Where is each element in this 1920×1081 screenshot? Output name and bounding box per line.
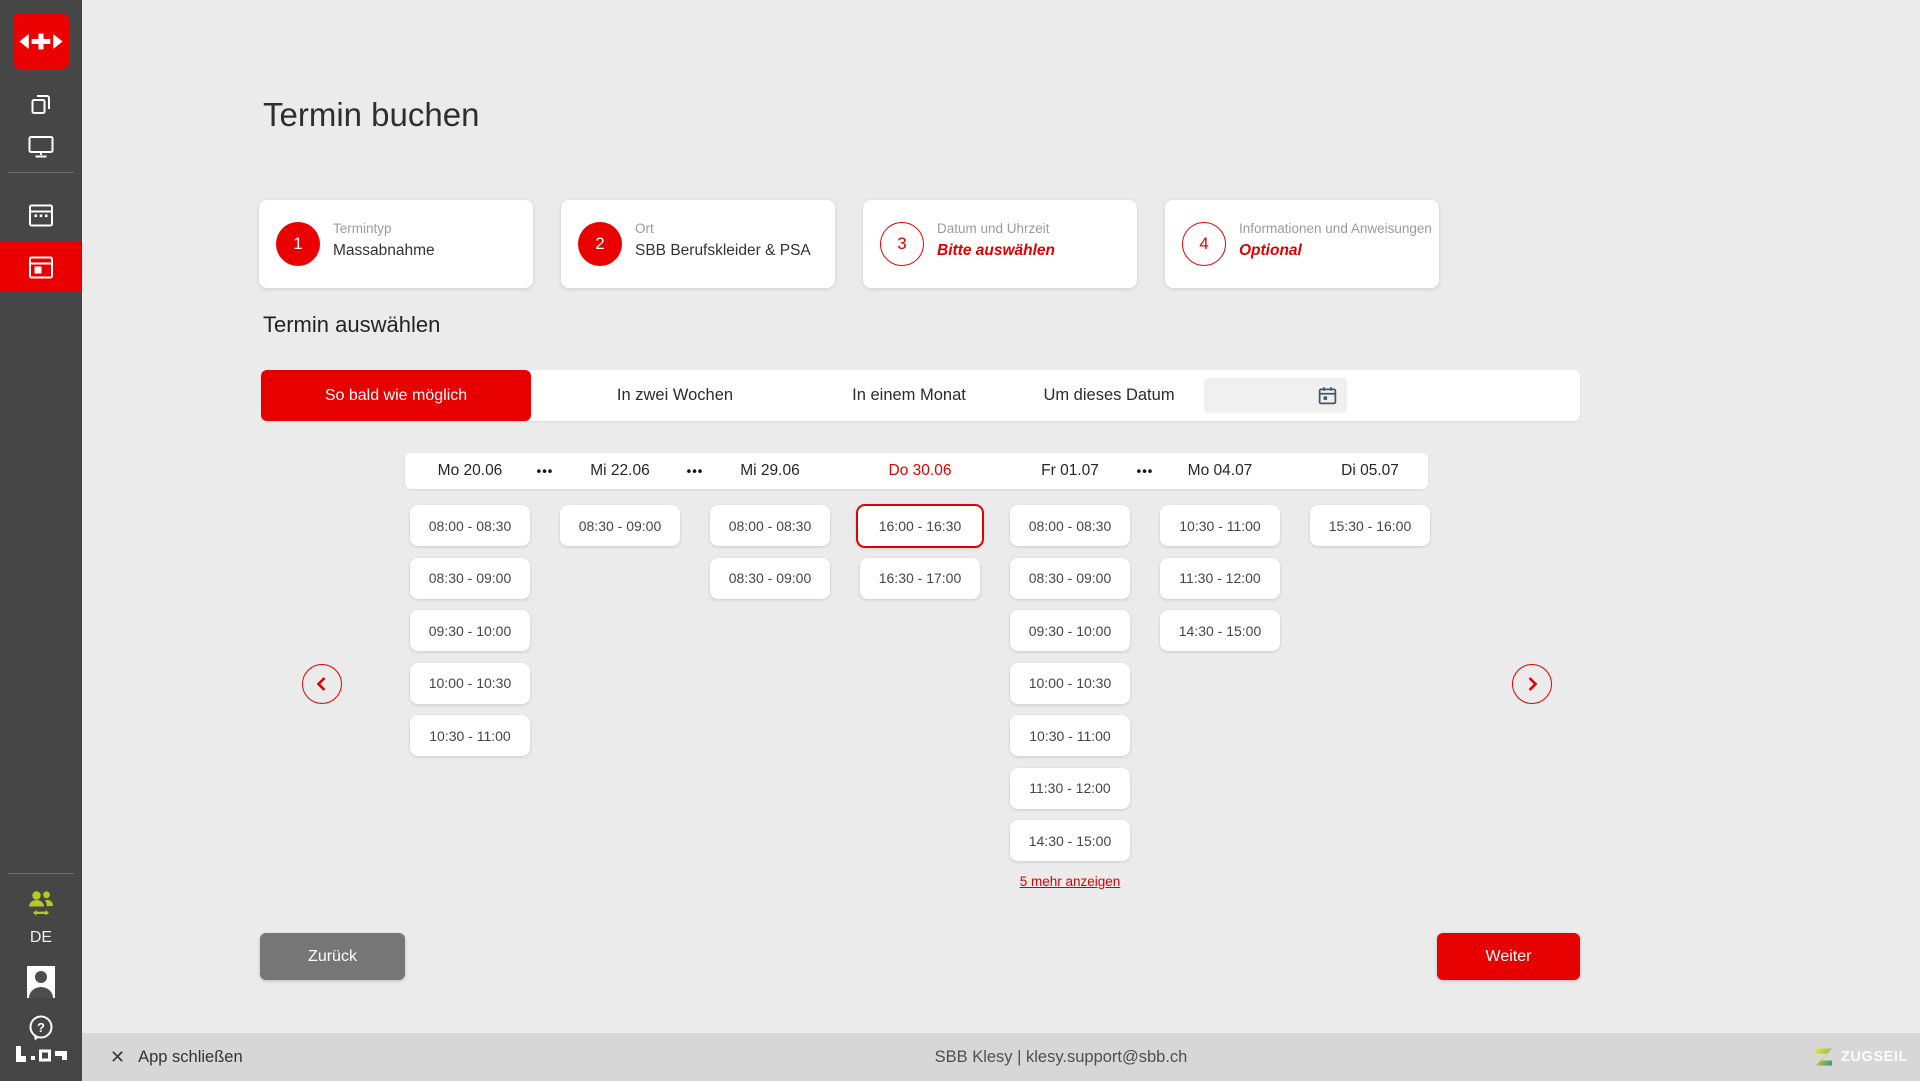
time-slot[interactable]: 11:30 - 12:00 xyxy=(1010,768,1130,809)
prev-days-button[interactable] xyxy=(302,664,342,704)
time-slot[interactable]: 08:00 - 08:30 xyxy=(710,505,830,546)
chevron-right-icon xyxy=(1523,675,1541,693)
day-header-label: Mi 29.06 xyxy=(740,462,799,480)
collapsed-days-ellipsis: ••• xyxy=(687,464,704,479)
zugseil-label: ZUGSEIL xyxy=(1841,1049,1908,1065)
step-value: SBB Berufskleider & PSA xyxy=(635,242,811,260)
calendar-overview-icon[interactable] xyxy=(0,197,82,233)
day-column: 16:00 - 16:3016:30 - 17:00 xyxy=(860,505,980,599)
collapsed-days-ellipsis: ••• xyxy=(537,464,554,479)
time-slot[interactable]: 09:30 - 10:00 xyxy=(1010,610,1130,651)
date-filter-tabbar: So bald wie möglich In zwei Wochen In ei… xyxy=(261,370,1580,421)
time-slot[interactable]: 11:30 - 12:00 xyxy=(1160,558,1280,599)
next-button[interactable]: Weiter xyxy=(1437,933,1580,980)
chevron-left-icon xyxy=(313,675,331,693)
day-column: 08:00 - 08:30 08:30 - 09:00 09:30 - 10:00 1… xyxy=(410,505,530,756)
time-slot[interactable]: 10:30 - 11:00 xyxy=(1010,715,1130,756)
next-days-button[interactable] xyxy=(1512,664,1552,704)
day-column: 10:30 - 11:00 11:30 - 12:00 14:30 - 15:00 xyxy=(1160,505,1280,651)
tab-in-zwei-wochen[interactable]: In zwei Wochen xyxy=(617,370,733,421)
time-slot[interactable]: 14:30 - 15:00 xyxy=(1010,820,1130,861)
page-title: Termin buchen xyxy=(263,96,479,134)
tab-um-dieses-datum[interactable]: Um dieses Datum xyxy=(1043,370,1174,421)
datepicker-calendar-icon xyxy=(1317,385,1338,406)
day-column: 15:30 - 16:00 xyxy=(1310,505,1430,546)
time-slot[interactable]: 10:30 - 11:00 xyxy=(1160,505,1280,546)
time-slot[interactable]: 16:30 - 17:00 xyxy=(860,558,980,599)
monitor-icon[interactable] xyxy=(0,128,82,164)
step-value: Bitte auswählen xyxy=(937,242,1055,260)
day-header-label: Di 05.07 xyxy=(1341,462,1399,480)
time-slot[interactable]: 08:30 - 09:00 xyxy=(1010,558,1130,599)
step-value: Massabnahme xyxy=(333,242,435,260)
time-slot[interactable]: 10:30 - 11:00 xyxy=(410,715,530,756)
step-number-badge: 4 xyxy=(1182,222,1226,266)
avatar[interactable] xyxy=(27,966,55,998)
time-slot[interactable]: 08:30 - 09:00 xyxy=(410,558,530,599)
time-slot[interactable]: 08:30 - 09:00 xyxy=(560,505,680,546)
step-label: Datum und Uhrzeit xyxy=(937,221,1050,236)
zugseil-brand: ZUGSEIL xyxy=(1814,1033,1908,1081)
day-column: 08:30 - 09:00 xyxy=(560,505,680,546)
time-slot[interactable]: 10:00 - 10:30 xyxy=(410,663,530,704)
zugseil-z-icon xyxy=(1814,1047,1834,1067)
time-slot[interactable]: 10:00 - 10:30 xyxy=(1010,663,1130,704)
day-header-label: Mo 20.06 xyxy=(438,462,503,480)
day-column: 08:00 - 08:30 08:30 - 09:00 xyxy=(710,505,830,599)
day-header-label: Mi 22.06 xyxy=(590,462,649,480)
sidebar-divider xyxy=(8,172,74,173)
section-title: Termin auswählen xyxy=(263,312,440,338)
step-card-ort[interactable]: 2 Ort SBB Berufskleider & PSA xyxy=(561,200,835,288)
step-label: Termintyp xyxy=(333,221,392,236)
day-header-label: Do 30.06 xyxy=(889,462,952,480)
step-number-badge: 3 xyxy=(880,222,924,266)
language-label[interactable]: DE xyxy=(0,929,82,947)
time-slot[interactable]: 08:30 - 09:00 xyxy=(710,558,830,599)
sidebar: DE ? xyxy=(0,0,82,1081)
time-slot[interactable]: 14:30 - 15:00 xyxy=(1160,610,1280,651)
step-number-badge: 1 xyxy=(276,222,320,266)
day-header-label: Mo 04.07 xyxy=(1188,462,1253,480)
time-slot[interactable]: 08:00 - 08:30 xyxy=(410,505,530,546)
tab-in-einem-monat[interactable]: In einem Monat xyxy=(852,370,966,421)
step-value: Optional xyxy=(1239,242,1302,260)
slots-area: 08:00 - 08:30 08:30 - 09:00 09:30 - 10:00 1… xyxy=(405,505,1428,905)
session-info: SBB Klesy | klesy.support@sbb.ch xyxy=(82,1033,1920,1081)
sbb-logo-icon xyxy=(13,13,69,69)
svg-text:?: ? xyxy=(37,1020,45,1035)
time-slot[interactable]: 09:30 - 10:00 xyxy=(410,610,530,651)
step-label: Informationen und Anweisungen xyxy=(1239,221,1432,236)
user-language-switch-icon[interactable] xyxy=(0,886,82,922)
time-slot-selected[interactable]: 16:00 - 16:30 xyxy=(856,504,984,548)
back-button[interactable]: Zurück xyxy=(260,933,405,980)
day-header-label: Fr 01.07 xyxy=(1041,462,1099,480)
time-slot[interactable]: 15:30 - 16:00 xyxy=(1310,505,1430,546)
sidebar-item-booking-active[interactable] xyxy=(0,242,82,292)
day-header-bar: Mo 20.06 ••• Mi 22.06 ••• Mi 29.06 Do 30.06 Fr… xyxy=(405,453,1428,489)
step-card-datum-uhrzeit[interactable]: 3 Datum und Uhrzeit Bitte auswählen xyxy=(863,200,1137,288)
step-number-badge: 2 xyxy=(578,222,622,266)
step-card-informationen[interactable]: 4 Informationen und Anweisungen Optional xyxy=(1165,200,1439,288)
copy-icon[interactable] xyxy=(0,86,82,122)
day-column: 08:00 - 08:30 08:30 - 09:00 09:30 - 10:00 1… xyxy=(1010,505,1130,889)
step-label: Ort xyxy=(635,221,654,236)
app-brand-icon xyxy=(14,1044,70,1064)
help-icon[interactable]: ? xyxy=(0,1010,82,1046)
bottom-bar: ✕ App schließen SBB Klesy | klesy.suppor… xyxy=(82,1033,1920,1081)
tab-so-bald-wie-moeglich[interactable]: So bald wie möglich xyxy=(261,370,531,421)
show-more-slots-link[interactable]: 5 mehr anzeigen xyxy=(1020,874,1121,889)
date-input[interactable] xyxy=(1204,378,1347,413)
time-slot[interactable]: 08:00 - 08:30 xyxy=(1010,505,1130,546)
sidebar-divider xyxy=(8,873,74,874)
step-card-termintyp[interactable]: 1 Termintyp Massabnahme xyxy=(259,200,533,288)
calendar-booking-icon xyxy=(27,253,55,281)
collapsed-days-ellipsis: ••• xyxy=(1137,464,1154,479)
